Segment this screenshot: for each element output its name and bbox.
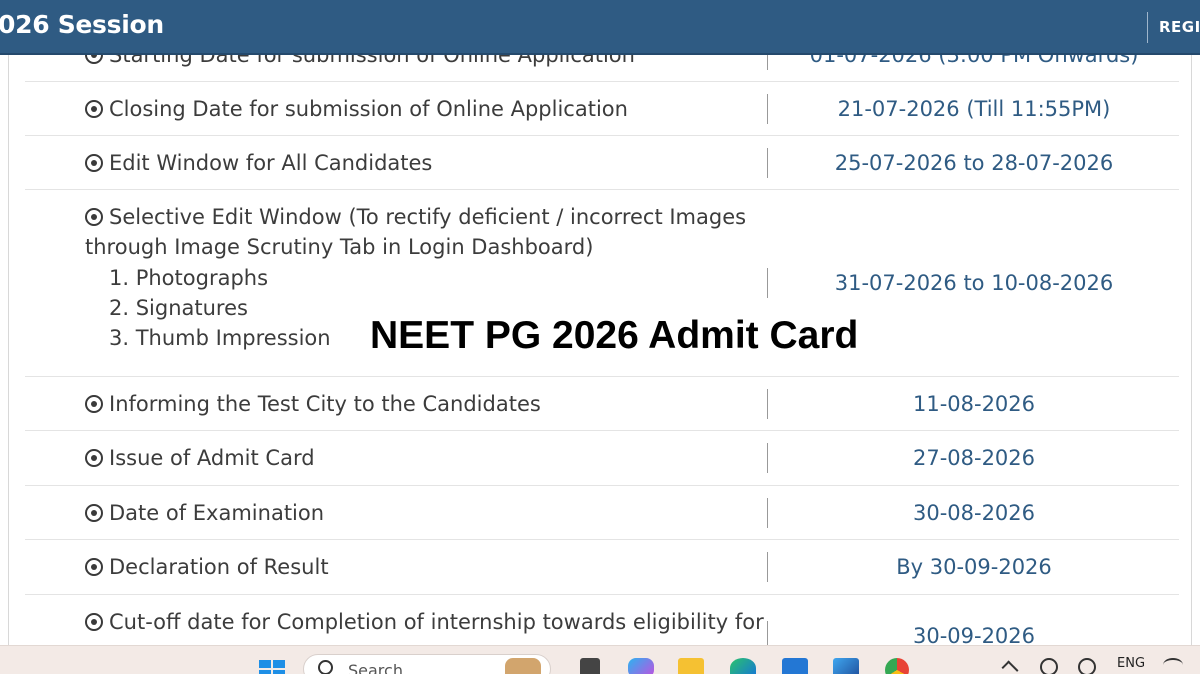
network-icon[interactable] — [1078, 658, 1096, 674]
task-view-icon[interactable] — [580, 658, 600, 674]
chrome-browser-icon[interactable] — [885, 658, 909, 674]
radio-bullet-icon — [85, 208, 103, 226]
column-divider — [767, 268, 768, 298]
date-cell: 27-08-2026 — [912, 446, 1036, 470]
date-cell: 30-09-2026 — [912, 624, 1036, 645]
windows-start-icon[interactable] — [258, 658, 286, 674]
store-icon[interactable] — [782, 658, 808, 674]
file-explorer-icon[interactable] — [678, 658, 704, 674]
search-icon — [318, 660, 333, 674]
event-cell: Date of Examination — [85, 498, 324, 528]
event-cell: Cut-off date for Completion of internshi… — [85, 607, 764, 637]
date-cell: 01-07-2026 (3:00 PM Onwards) — [809, 55, 1139, 67]
date-cell: 30-08-2026 — [912, 501, 1036, 525]
date-cell: By 30-09-2026 — [896, 555, 1052, 579]
event-label: Declaration of Result — [109, 555, 329, 579]
event-label: Date of Examination — [109, 501, 325, 525]
chevron-up-icon[interactable] — [1001, 660, 1019, 674]
column-divider — [767, 552, 768, 582]
table-row: Declaration of Result By 30-09-2026 — [25, 540, 1179, 595]
taskbar: Search ENG — [0, 645, 1200, 674]
table-row: Edit Window for All Candidates 25-07-202… — [25, 136, 1179, 190]
site-header: 026 Session REGIS — [0, 0, 1200, 55]
edge-browser-icon[interactable] — [730, 658, 756, 674]
sync-icon[interactable] — [1040, 658, 1058, 674]
date-cell: 11-08-2026 — [912, 392, 1036, 416]
date-cell: 25-07-2026 to 28-07-2026 — [834, 151, 1114, 175]
wifi-icon[interactable] — [1163, 658, 1183, 672]
event-cell: Declaration of Result — [85, 552, 329, 582]
radio-bullet-icon — [85, 55, 103, 64]
event-cell: Starting Date for submission of Online A… — [85, 55, 635, 70]
table-row: Issue of Admit Card 27-08-2026 — [25, 431, 1179, 486]
copilot-icon[interactable] — [628, 658, 654, 674]
table-row: Cut-off date for Completion of internshi… — [25, 595, 1179, 645]
radio-bullet-icon — [85, 395, 103, 413]
event-label: Informing the Test City to the Candidate… — [109, 392, 541, 416]
table-row: Date of Examination 30-08-2026 — [25, 486, 1179, 540]
app-icon[interactable] — [833, 658, 859, 674]
event-cell: Closing Date for submission of Online Ap… — [85, 94, 628, 124]
event-label: Edit Window for All Candidates — [109, 151, 433, 175]
event-cell: Informing the Test City to the Candidate… — [85, 389, 541, 419]
column-divider — [767, 94, 768, 124]
column-divider — [767, 443, 768, 473]
event-label-continued: through Image Scrutiny Tab in Login Dash… — [85, 235, 594, 259]
register-link[interactable]: REGIS — [1159, 18, 1200, 36]
radio-bullet-icon — [85, 449, 103, 467]
column-divider — [767, 498, 768, 528]
radio-bullet-icon — [85, 558, 103, 576]
event-cell: Edit Window for All Candidates — [85, 148, 432, 178]
sub-list-item: 2. Signatures — [109, 296, 248, 320]
event-label: Selective Edit Window (To rectify defici… — [109, 205, 747, 229]
header-divider — [1147, 12, 1148, 43]
date-cell: 21-07-2026 (Till 11:55PM) — [837, 97, 1111, 121]
column-divider — [767, 148, 768, 178]
event-label: Starting Date for submission of Online A… — [109, 55, 635, 67]
dog-widget-icon[interactable] — [505, 658, 541, 674]
column-divider — [767, 55, 768, 70]
event-label: Issue of Admit Card — [109, 446, 315, 470]
date-cell: 31-07-2026 to 10-08-2026 — [834, 271, 1114, 295]
sub-list-item: 3. Thumb Impression — [109, 326, 331, 350]
sub-list-item: 1. Photographs — [109, 266, 269, 290]
header-title: 026 Session — [0, 10, 164, 39]
event-label: Closing Date for submission of Online Ap… — [109, 97, 628, 121]
radio-bullet-icon — [85, 613, 103, 631]
column-divider — [767, 621, 768, 645]
radio-bullet-icon — [85, 504, 103, 522]
language-indicator[interactable]: ENG — [1117, 656, 1145, 671]
radio-bullet-icon — [85, 100, 103, 118]
search-placeholder: Search — [348, 661, 403, 674]
event-cell: Selective Edit Window (To rectify defici… — [85, 202, 746, 232]
event-label: Cut-off date for Completion of internshi… — [109, 610, 764, 634]
table-row: Closing Date for submission of Online Ap… — [25, 82, 1179, 136]
table-row: Starting Date for submission of Online A… — [25, 55, 1179, 82]
radio-bullet-icon — [85, 154, 103, 172]
table-row: Informing the Test City to the Candidate… — [25, 377, 1179, 431]
overlay-title: NEET PG 2026 Admit Card — [370, 314, 859, 357]
column-divider — [767, 389, 768, 419]
event-cell: Issue of Admit Card — [85, 443, 315, 473]
